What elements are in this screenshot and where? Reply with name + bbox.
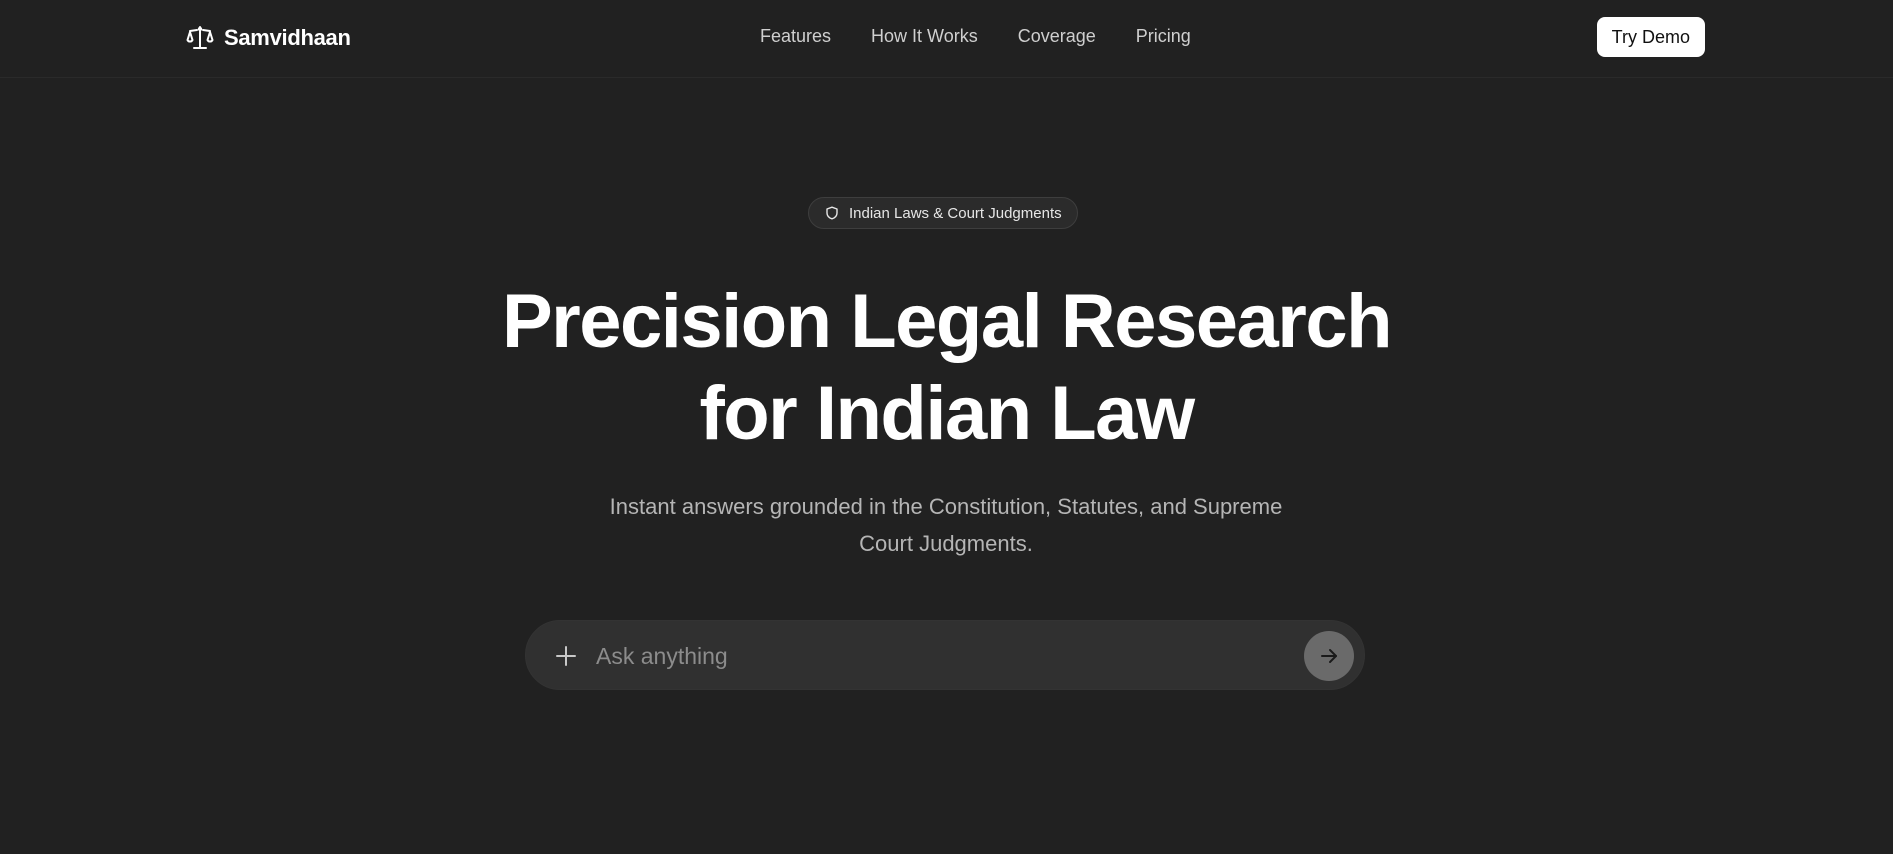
brand-name: Samvidhaan bbox=[224, 25, 351, 50]
search-bar bbox=[525, 620, 1365, 690]
nav-link-features[interactable]: Features bbox=[760, 26, 831, 47]
try-demo-button[interactable]: Try Demo bbox=[1596, 17, 1705, 57]
plus-icon bbox=[556, 646, 576, 666]
nav-link-pricing[interactable]: Pricing bbox=[1136, 26, 1191, 47]
hero-title-line-1: Precision Legal Research bbox=[501, 279, 1393, 364]
send-button[interactable] bbox=[1304, 631, 1354, 681]
nav-link-coverage[interactable]: Coverage bbox=[1018, 26, 1096, 47]
hero-subtitle: Instant answers grounded in the Constitu… bbox=[609, 494, 1283, 556]
add-attachment-button[interactable] bbox=[546, 636, 586, 676]
main-nav: Features How It Works Coverage Pricing bbox=[760, 26, 1191, 47]
brand-logo-link[interactable]: Samvidhaan bbox=[186, 22, 351, 54]
hero-badge: Indian Laws & Court Judgments bbox=[808, 197, 1078, 229]
arrow-right-icon bbox=[1321, 649, 1337, 663]
top-navbar: Samvidhaan Features How It Works Coverag… bbox=[0, 0, 1893, 78]
landing-page: Samvidhaan Features How It Works Coverag… bbox=[0, 0, 1893, 854]
nav-link-how-it-works[interactable]: How It Works bbox=[871, 26, 978, 47]
hero-badge-label: Indian Laws & Court Judgments bbox=[849, 204, 1062, 222]
shield-icon bbox=[826, 206, 838, 220]
search-input[interactable] bbox=[596, 636, 1216, 676]
hero-title: Precision Legal Research for Indian Law bbox=[0, 276, 1893, 460]
hero-title-line-2: for Indian Law bbox=[699, 371, 1195, 456]
scales-icon bbox=[186, 26, 214, 49]
